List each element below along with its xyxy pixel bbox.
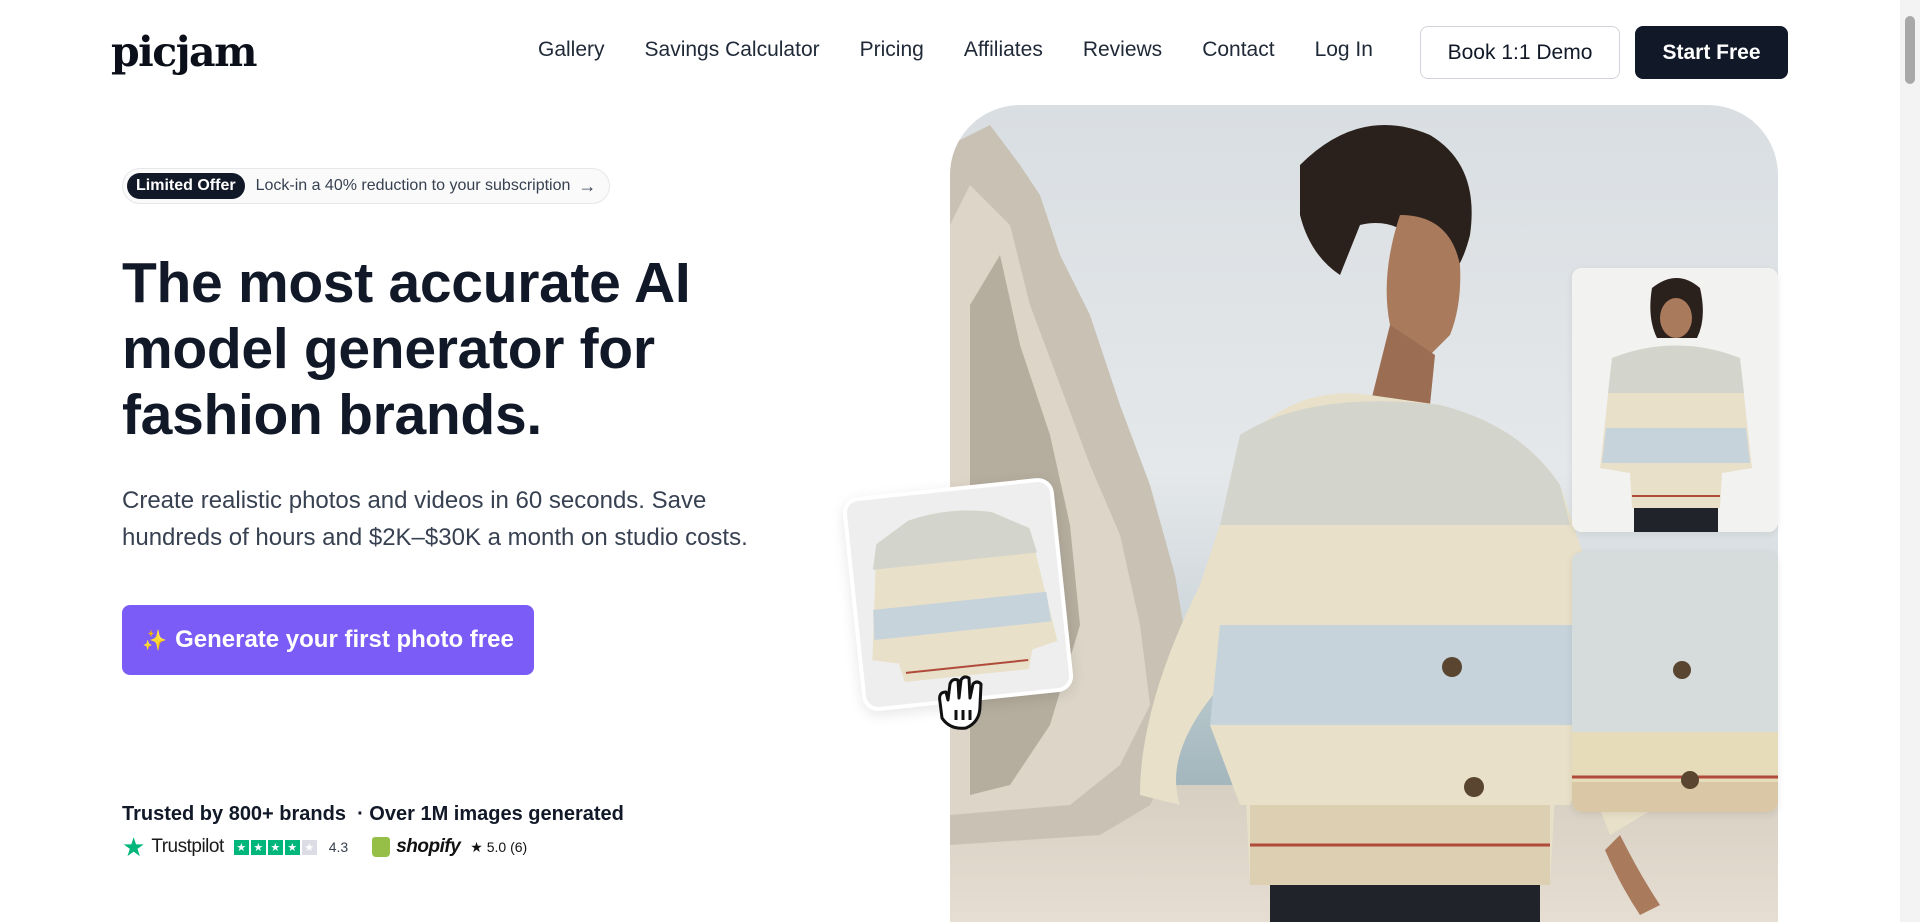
cta-label: Generate your first photo free xyxy=(175,626,514,653)
top-nav: picjam Gallery Savings Calculator Pricin… xyxy=(0,0,1900,104)
thumbnail-model-front-image xyxy=(1572,268,1778,532)
offer-badge: Limited Offer xyxy=(127,173,245,199)
hero-title: The most accurate AI model generator for… xyxy=(122,251,691,447)
trusted-by-text: Trusted by 800+ brands · Over 1M images … xyxy=(122,803,624,825)
shopify-name[interactable]: shopify xyxy=(396,836,461,858)
hero-subtitle: Create realistic photos and videos in 60… xyxy=(122,487,748,551)
offer-text: Lock-in a 40% reduction to your subscrip… xyxy=(255,177,571,194)
thumbnail-knit-detail-image xyxy=(1572,552,1778,812)
arrow-right-icon: → xyxy=(578,175,597,196)
shopify-bag-icon xyxy=(372,837,391,857)
logo[interactable]: picjam xyxy=(111,28,258,76)
nav-link-reviews[interactable]: Reviews xyxy=(1083,38,1162,62)
trustpilot-stars: ★ ★ ★ ★ ★ xyxy=(233,839,317,855)
book-demo-button[interactable]: Book 1:1 Demo xyxy=(1420,26,1620,79)
thumbnail-model-front[interactable] xyxy=(1572,268,1778,532)
sparkle-icon: ✨ xyxy=(142,629,168,652)
nav-link-pricing[interactable]: Pricing xyxy=(860,38,924,62)
trustpilot-star-5: ★ xyxy=(301,839,317,855)
trustpilot-name[interactable]: Trustpilot xyxy=(151,836,224,858)
trustpilot-star-1: ★ xyxy=(233,839,249,855)
page-scrollbar[interactable] xyxy=(1900,0,1920,922)
generate-photo-button[interactable]: ✨ Generate your first photo free xyxy=(122,605,534,675)
start-free-button[interactable]: Start Free xyxy=(1635,26,1788,79)
shopify-score: ★ 5.0 (6) xyxy=(470,838,528,855)
nav-link-login[interactable]: Log In xyxy=(1315,38,1373,62)
trustpilot-star-icon: ★ xyxy=(122,832,146,862)
nav-link-gallery[interactable]: Gallery xyxy=(538,38,605,62)
scrollbar-thumb[interactable] xyxy=(1905,16,1915,84)
trustpilot-star-3: ★ xyxy=(267,839,283,855)
nav-link-affiliates[interactable]: Affiliates xyxy=(964,38,1043,62)
nav-link-contact[interactable]: Contact xyxy=(1202,38,1274,62)
trustpilot-star-4: ★ xyxy=(284,839,300,855)
limited-offer-pill[interactable]: Limited Offer Lock-in a 40% reduction to… xyxy=(122,168,610,204)
grab-hand-icon xyxy=(938,675,983,730)
nav-link-savings-calculator[interactable]: Savings Calculator xyxy=(645,38,820,62)
thumbnail-knit-detail[interactable] xyxy=(1572,552,1778,812)
ratings-row: ★ Trustpilot ★ ★ ★ ★ ★ 4.3 shopify ★ 5.0… xyxy=(122,834,527,860)
trustpilot-score: 4.3 xyxy=(328,839,349,855)
nav-links: Gallery Savings Calculator Pricing Affil… xyxy=(538,38,1373,62)
trustpilot-star-2: ★ xyxy=(250,839,266,855)
